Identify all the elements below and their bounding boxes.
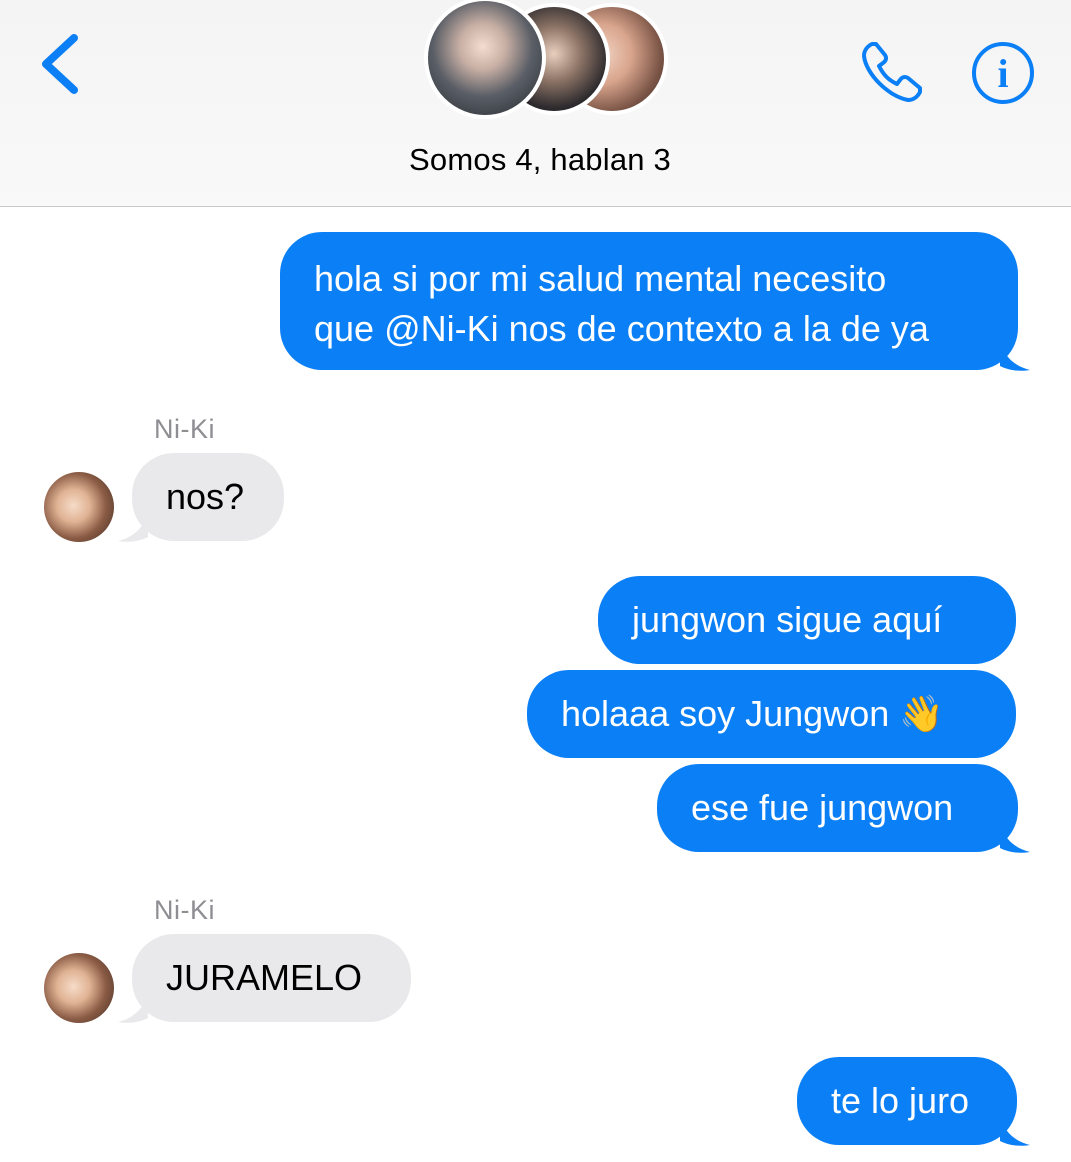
chevron-left-icon: [42, 34, 78, 94]
message-text: ese fue jungwon: [691, 787, 954, 828]
chat-screen: Somos 4, hablan 3 i hola si por mi salud…: [0, 0, 1071, 1162]
conversation-header: Somos 4, hablan 3 i: [0, 0, 1071, 207]
outgoing-message[interactable]: holaaa soy Jungwon 👋: [527, 670, 1016, 758]
outgoing-message[interactable]: jungwon sigue aquí: [598, 576, 1016, 664]
call-button[interactable]: [858, 36, 928, 106]
message-text: JURAMELO: [166, 957, 363, 998]
outgoing-message[interactable]: te lo juro: [797, 1057, 1017, 1145]
outgoing-message[interactable]: ese fue jungwon: [657, 764, 1018, 852]
incoming-message[interactable]: JURAMELO: [132, 934, 411, 1022]
bubble-tail: [1000, 824, 1030, 853]
bubble-tail: [118, 513, 148, 542]
sender-avatar[interactable]: [44, 953, 114, 1023]
info-icon: i: [972, 42, 1034, 104]
phone-icon: [862, 42, 922, 102]
conversation-title[interactable]: Somos 4, hablan 3: [0, 142, 1071, 178]
group-avatars[interactable]: [420, 0, 668, 125]
bubble-tail: [118, 994, 148, 1023]
sender-avatar[interactable]: [44, 472, 114, 542]
message-text: holaaa soy Jungwon 👋: [561, 693, 945, 734]
incoming-message[interactable]: nos?: [132, 453, 284, 541]
message-text: nos?: [166, 476, 245, 517]
back-button[interactable]: [30, 28, 90, 100]
outgoing-message[interactable]: hola si por mi salud mental necesito que…: [280, 232, 1018, 370]
svg-text:i: i: [997, 51, 1008, 96]
bubble-tail: [1000, 1117, 1030, 1146]
message-text: jungwon sigue aquí: [632, 599, 943, 640]
group-member-avatar-1: [424, 0, 546, 119]
sender-name: Ni-Ki: [154, 895, 215, 925]
sender-name: Ni-Ki: [154, 414, 215, 444]
message-line: que @Ni-Ki nos de contexto a la de ya: [314, 308, 929, 349]
message-line: hola si por mi salud mental necesito: [314, 258, 887, 299]
message-text: te lo juro: [831, 1080, 970, 1121]
info-button[interactable]: i: [970, 40, 1036, 106]
bubble-tail: [1000, 342, 1030, 371]
